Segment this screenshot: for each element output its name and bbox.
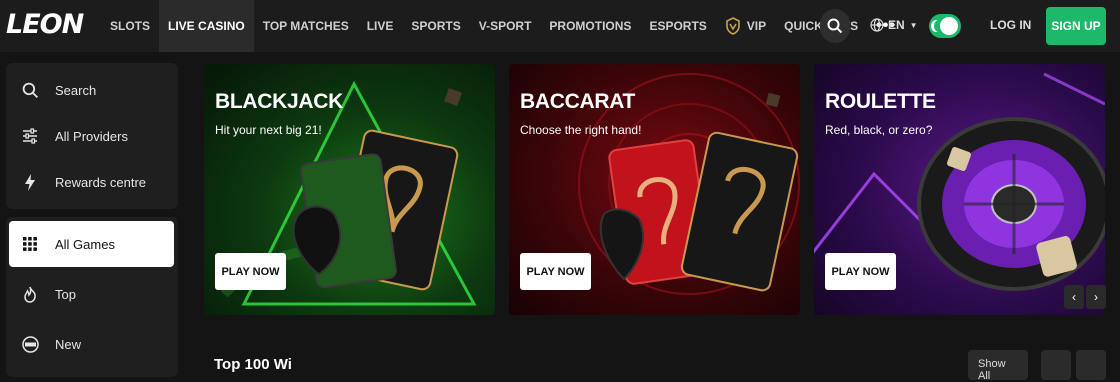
nav-item-slots[interactable]: SLOTS	[101, 0, 159, 52]
banner-subtitle: Choose the right hand!	[520, 123, 642, 137]
new-badge-icon	[20, 334, 40, 354]
banner-baccarat[interactable]: BACCARAT Choose the right hand! PLAY NOW	[509, 64, 800, 315]
sidebar-item-label: New	[55, 336, 82, 352]
nav-item-label: ESPORTS	[649, 19, 707, 33]
sidebar-item-label: Search	[55, 82, 97, 98]
main-nav: SLOTS LIVE CASINO TOP MATCHES LIVE SPORT…	[101, 0, 905, 52]
nav-item-vip[interactable]: VIP	[716, 0, 775, 52]
search-icon	[827, 18, 843, 34]
theme-toggle[interactable]	[929, 14, 961, 38]
nav-item-label: TOP MATCHES	[262, 19, 349, 33]
nav-item-label: V-SPORT	[478, 19, 532, 33]
fire-icon	[20, 284, 40, 304]
nav-item-label: SLOTS	[110, 19, 151, 33]
nav-item-top-matches[interactable]: TOP MATCHES	[254, 0, 358, 52]
banner-blackjack[interactable]: BLACKJACK Hit your next big 21! PLAY NOW	[204, 64, 495, 315]
carousel-controls: ‹ ›	[1062, 285, 1106, 309]
nav-item-promotions[interactable]: PROMOTIONS	[540, 0, 640, 52]
play-now-button[interactable]: PLAY NOW	[520, 253, 591, 290]
banner-title: ROULETTE	[825, 90, 936, 113]
sidebar-item-all-games[interactable]: All Games	[9, 221, 174, 267]
top-navigation-bar: LEON SLOTS LIVE CASINO TOP MATCHES LIVE …	[0, 0, 1120, 52]
sidebar-item-rewards-centre[interactable]: Rewards centre	[6, 159, 178, 205]
nav-item-label: LIVE	[366, 19, 394, 33]
nav-item-label: VIP	[746, 19, 767, 33]
nav-item-label: SPORTS	[411, 19, 461, 33]
nav-item-live-casino[interactable]: LIVE CASINO	[159, 0, 254, 52]
show-all-button[interactable]: Show All	[968, 350, 1028, 382]
sidebar-categories: All Games Top New	[6, 217, 178, 377]
nav-item-sports[interactable]: SPORTS	[402, 0, 469, 52]
nav-item-label: PROMOTIONS	[549, 19, 632, 33]
search-icon	[20, 80, 40, 100]
grid-icon	[20, 234, 40, 254]
play-now-button[interactable]: PLAY NOW	[825, 253, 896, 290]
nav-item-label: LIVE CASINO	[168, 19, 245, 33]
sliders-icon	[20, 126, 40, 146]
login-button[interactable]: LOG IN	[990, 18, 1031, 32]
banner-subtitle: Hit your next big 21!	[215, 123, 322, 137]
sidebar-item-label: All Providers	[55, 128, 128, 144]
sidebar-item-label: Top	[55, 286, 76, 302]
sidebar-item-label: Rewards centre	[55, 174, 147, 190]
sidebar-item-new[interactable]: New	[6, 321, 178, 367]
nav-item-live[interactable]: LIVE	[358, 0, 403, 52]
section-next-button[interactable]	[1076, 350, 1106, 380]
section-prev-button[interactable]	[1041, 350, 1071, 380]
globe-icon	[870, 18, 884, 32]
sidebar-item-top[interactable]: Top	[6, 271, 178, 317]
language-selector[interactable]: EN ▼	[870, 18, 918, 32]
header-search-button[interactable]	[820, 9, 850, 43]
nav-item-esports[interactable]: ESPORTS	[640, 0, 715, 52]
leon-logo[interactable]: LEON	[6, 9, 84, 40]
crown-shield-icon	[725, 17, 740, 35]
sidebar-tools: Search All Providers Rewards centre	[6, 63, 178, 209]
nav-item-v-sport[interactable]: V-SPORT	[470, 0, 541, 52]
sidebar-item-search[interactable]: Search	[6, 67, 178, 113]
chevron-down-icon: ▼	[909, 20, 918, 30]
sidebar-item-all-providers[interactable]: All Providers	[6, 113, 178, 159]
toggle-knob	[940, 17, 958, 35]
banner-roulette[interactable]: ROULETTE Red, black, or zero? PLAY NOW	[814, 64, 1105, 315]
language-code: EN	[888, 18, 905, 32]
signup-button[interactable]: SIGN UP	[1046, 7, 1106, 45]
chevron-left-icon[interactable]: ‹	[1064, 285, 1084, 309]
play-now-button[interactable]: PLAY NOW	[215, 253, 286, 290]
chevron-right-icon[interactable]: ›	[1086, 285, 1106, 309]
banner-title: BLACKJACK	[215, 90, 343, 113]
banner-subtitle: Red, black, or zero?	[825, 123, 933, 137]
sidebar-item-label: All Games	[55, 236, 115, 252]
section-title: Top 100 Wi	[214, 356, 292, 373]
lightning-icon	[20, 172, 40, 192]
banner-title: BACCARAT	[520, 90, 636, 113]
